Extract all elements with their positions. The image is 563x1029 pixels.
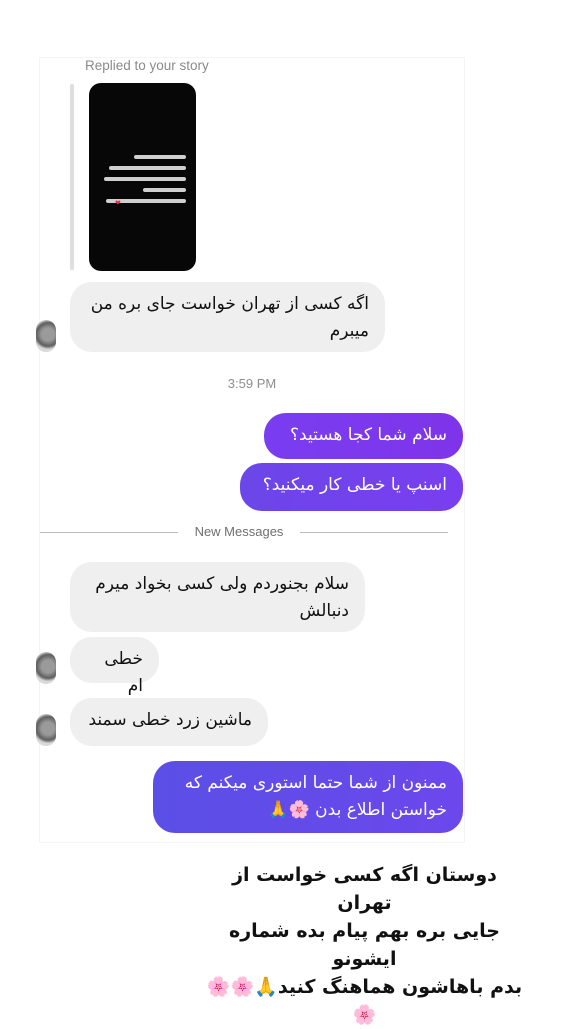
- story-text-lines: [99, 155, 186, 210]
- outgoing-message[interactable]: اسنپ یا خطی کار میکنید؟: [240, 463, 463, 511]
- outgoing-message[interactable]: سلام شما کجا هستید؟: [264, 413, 463, 459]
- avatar[interactable]: [36, 652, 56, 684]
- heart-icon: ❤: [115, 199, 121, 207]
- incoming-message[interactable]: اگه کسی از تهران خواست جای بره من میبرم: [70, 282, 385, 352]
- incoming-message[interactable]: ماشین زرد خطی سمند: [70, 698, 268, 746]
- new-messages-divider: New Messages: [185, 524, 293, 539]
- avatar[interactable]: [36, 320, 56, 352]
- outgoing-message[interactable]: ممنون از شما حتما استوری میکنم که خواستن…: [153, 761, 463, 833]
- incoming-message[interactable]: خطی ام: [70, 637, 159, 696]
- reply-quote-bar: [70, 84, 74, 270]
- incoming-message[interactable]: سلام بجنوردم ولی کسی بخواد میرم دنبالش: [70, 562, 365, 632]
- divider-right: [300, 532, 448, 533]
- timestamp: 3:59 PM: [227, 376, 277, 391]
- replied-to-story-label: Replied to your story: [85, 58, 209, 73]
- story-thumbnail[interactable]: ❤: [89, 83, 196, 271]
- divider-left: [40, 532, 178, 533]
- avatar[interactable]: [36, 714, 56, 746]
- story-caption-text: دوستان اگه کسی خواست از تهران جایی بره ب…: [196, 857, 533, 1026]
